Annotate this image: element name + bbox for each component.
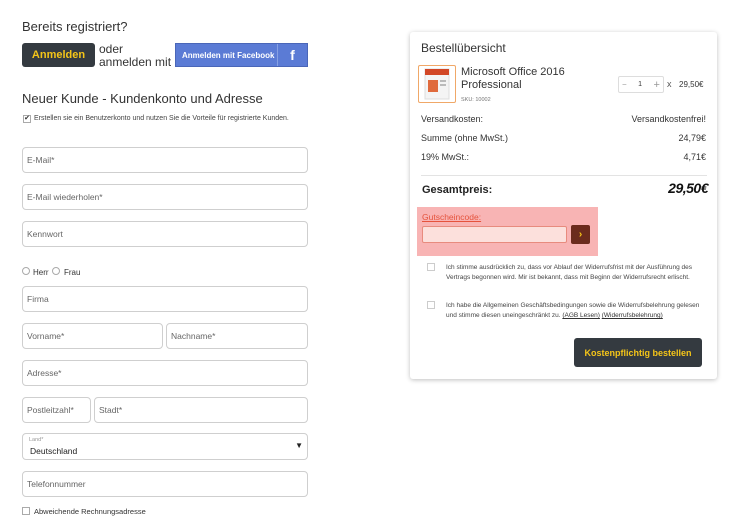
company-field[interactable]: Firma (22, 286, 308, 312)
place-order-button[interactable]: Kostenpflichtig bestellen (574, 338, 702, 367)
agb-consent-text: Ich habe die Allgemeinen Geschäftsbeding… (446, 301, 704, 321)
total-label: Gesamtpreis: (422, 184, 493, 196)
summary-divider (421, 175, 707, 176)
or-login-with-text: oder anmelden mit (99, 43, 171, 69)
email-field[interactable]: E-Mail* (22, 147, 308, 173)
register-heading: Neuer Kunde - Kundenkonto und Adresse (22, 91, 263, 106)
country-select[interactable]: Land* Deutschland ▼ (22, 433, 308, 460)
firstname-field[interactable]: Vorname* (22, 323, 163, 349)
subtotal-label: Summe (ohne MwSt.) (421, 133, 509, 143)
salutation-mr-label: Herr (33, 268, 49, 277)
withdrawal-link[interactable]: (Widerrufsbelehrung) (602, 312, 663, 319)
zip-field[interactable]: Postleitzahl* (22, 397, 91, 423)
coupon-input[interactable] (422, 226, 567, 243)
password-field[interactable]: Kennwort (22, 221, 308, 247)
salutation-mrs-label: Frau (64, 268, 81, 277)
address-field[interactable]: Adresse* (22, 360, 308, 386)
facebook-icon: f (277, 44, 307, 66)
alt-billing-checkbox[interactable] (22, 507, 30, 515)
country-select-label: Land* (29, 437, 44, 443)
email-repeat-field[interactable]: E-Mail wiederholen* (22, 184, 308, 210)
salutation-mrs-radio[interactable] (52, 267, 60, 275)
product-price: 29,50€ (679, 80, 704, 89)
product-sku: SKU: 10002 (461, 97, 491, 103)
order-summary-title: Bestellübersicht (421, 41, 506, 55)
alt-billing-label: Abweichende Rechnungsadresse (34, 507, 146, 516)
withdrawal-consent-checkbox[interactable] (427, 263, 435, 271)
salutation-mr-radio[interactable] (22, 267, 30, 275)
login-button[interactable]: Anmelden (22, 43, 95, 67)
product-image (418, 65, 456, 103)
product-name: Microsoft Office 2016 Professional (461, 66, 565, 91)
shipping-label: Versandkosten: (421, 114, 484, 124)
shipping-value: Versandkostenfrei! (631, 114, 706, 124)
subtotal-value: 24,79€ (678, 133, 706, 143)
coupon-submit-button[interactable]: › (571, 225, 590, 244)
plus-icon[interactable]: + (654, 79, 660, 91)
coupon-label: Gutscheincode: (422, 212, 482, 222)
chevron-right-icon: › (578, 229, 583, 240)
country-select-value: Deutschland (30, 446, 78, 456)
create-account-text: Erstellen sie ein Benutzerkonto und nutz… (34, 115, 289, 122)
office-box-icon (424, 68, 450, 100)
total-value: 29,50€ (668, 180, 708, 196)
withdrawal-consent-text: Ich stimme ausdrücklich zu, dass vor Abl… (446, 264, 693, 281)
login-heading: Bereits registriert? (22, 19, 128, 34)
quantity-stepper[interactable]: − 1 + (618, 76, 664, 93)
minus-icon[interactable]: − (622, 80, 627, 89)
agb-link[interactable]: (AGB Lesen) (562, 312, 600, 319)
agb-consent-checkbox[interactable] (427, 301, 435, 309)
lastname-field[interactable]: Nachname* (166, 323, 308, 349)
vat-label: 19% MwSt.: (421, 152, 470, 162)
create-account-checkbox[interactable]: ✔ (23, 115, 31, 123)
facebook-login-label: Anmelden mit Facebook (182, 50, 275, 60)
phone-field[interactable]: Telefonnummer (22, 471, 308, 497)
multiply-sign: x (667, 79, 672, 89)
vat-value: 4,71€ (683, 152, 706, 162)
login-with-text: anmelden mit (99, 55, 172, 69)
quantity-value: 1 (638, 81, 643, 88)
dropdown-arrow-icon: ▼ (295, 441, 303, 450)
facebook-login-button[interactable]: Anmelden mit Facebook f (175, 43, 308, 67)
city-field[interactable]: Stadt* (94, 397, 308, 423)
